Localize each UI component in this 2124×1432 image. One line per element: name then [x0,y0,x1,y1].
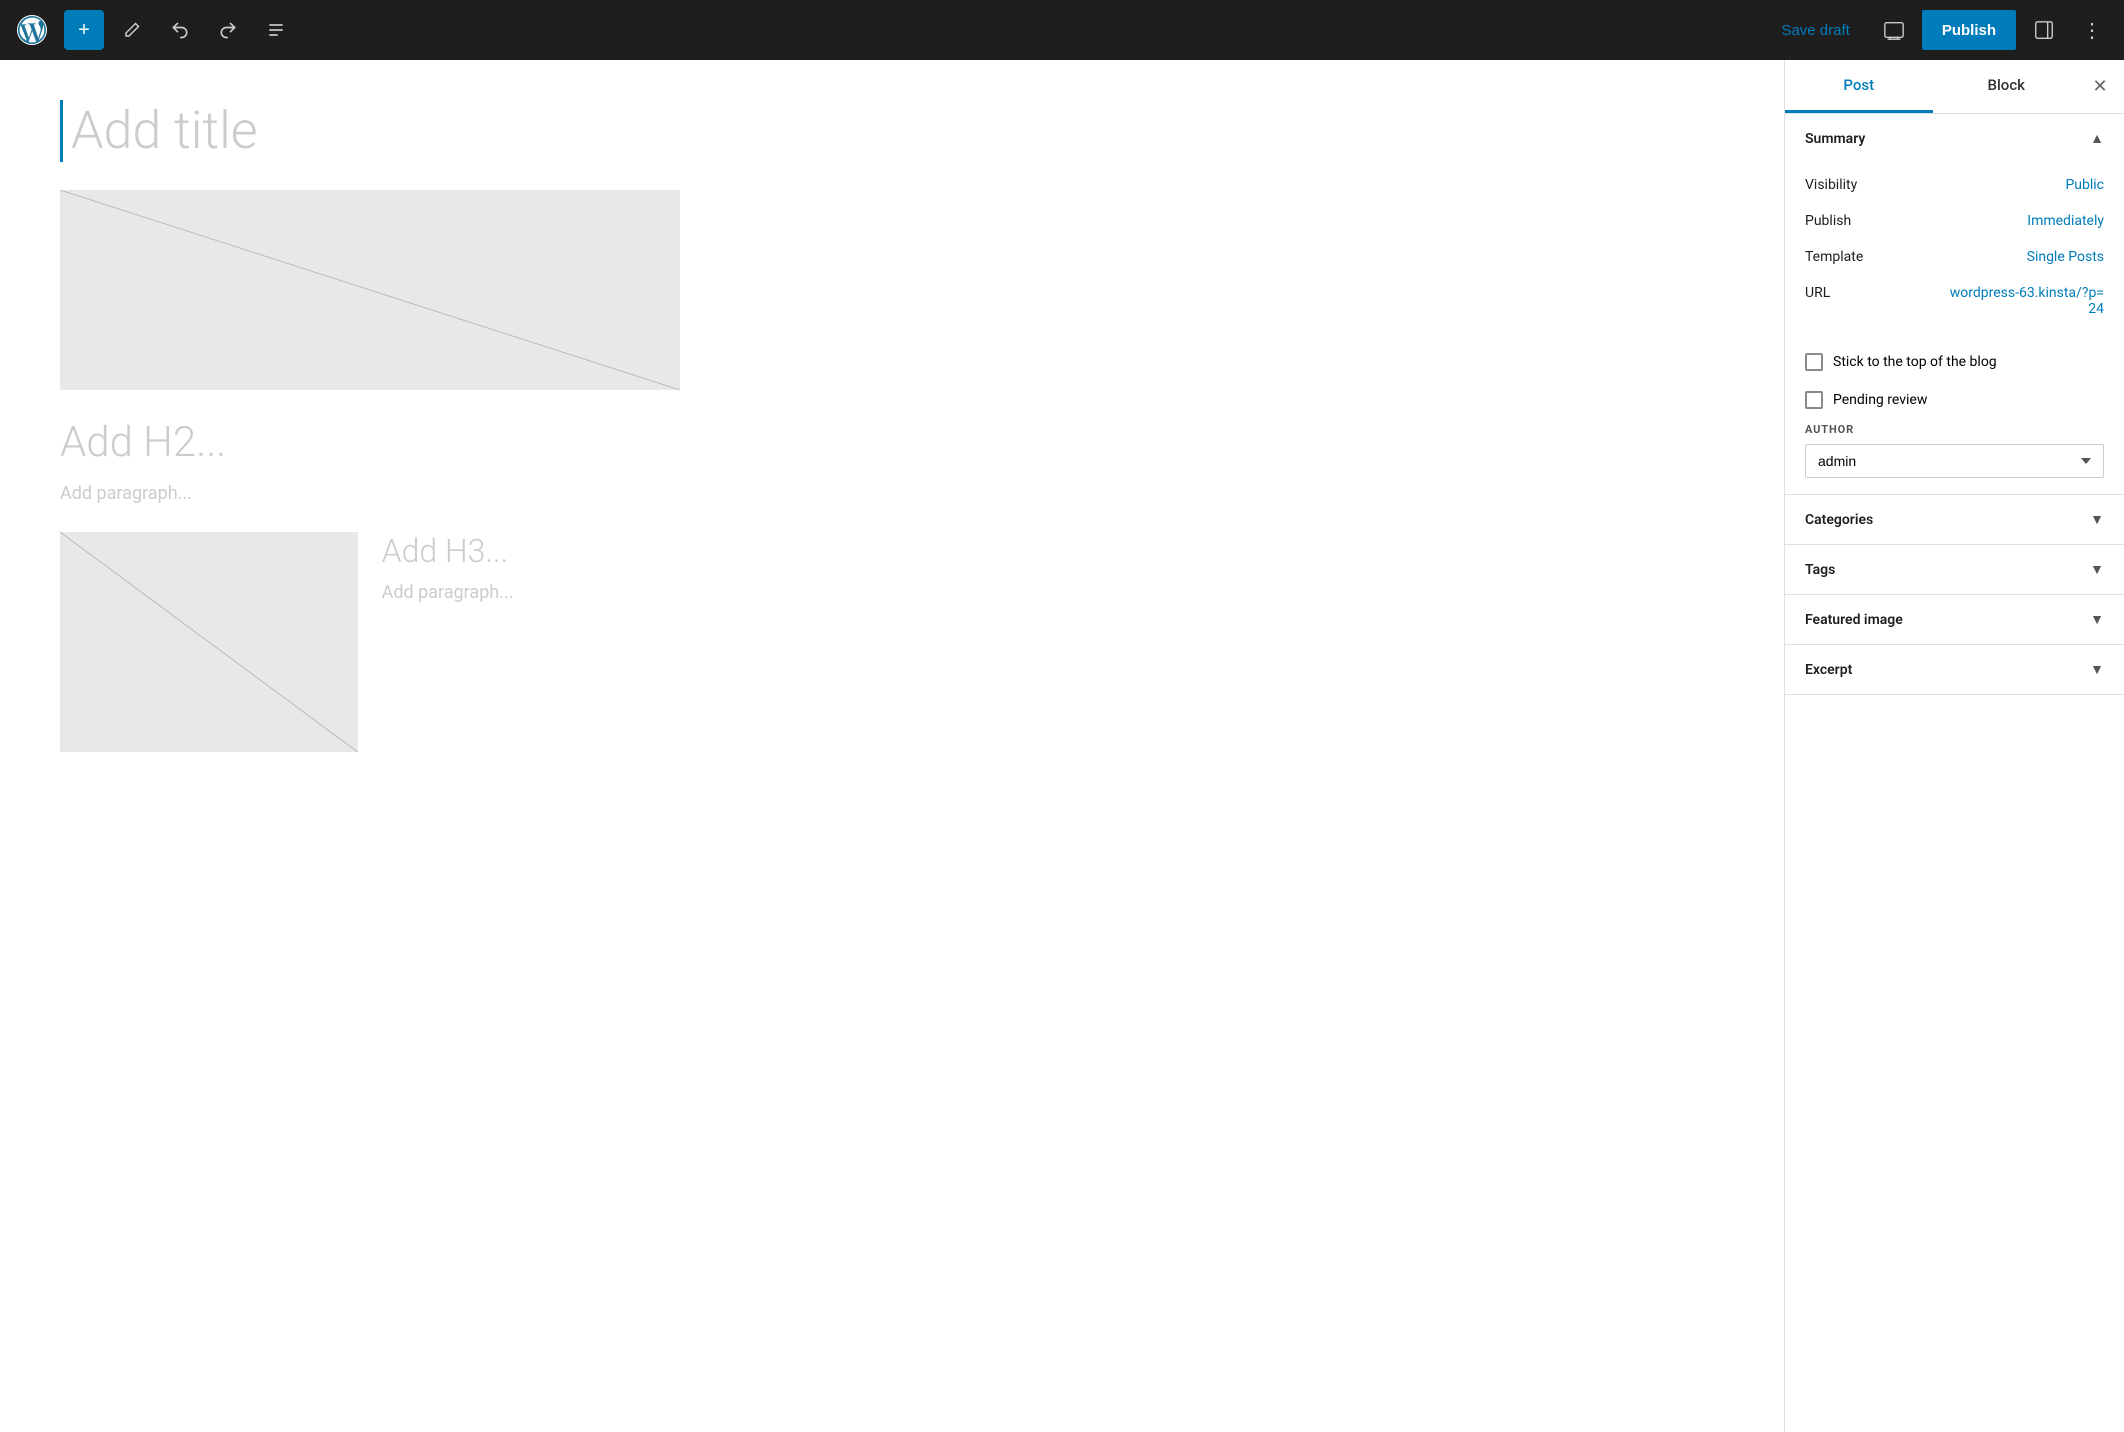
summary-content: Visibility Public Publish Immediately Te… [1785,163,2124,343]
featured-image-label: Featured image [1805,612,1903,628]
template-value[interactable]: Single Posts [2027,249,2104,265]
h2-field[interactable]: Add H2... [60,418,680,467]
excerpt-section[interactable]: Excerpt ▼ [1785,645,2124,695]
summary-chevron-icon: ▲ [2090,130,2104,147]
template-row: Template Single Posts [1805,239,2104,275]
sidebar-tabs: Post Block ✕ [1785,60,2124,114]
featured-image-section[interactable]: Featured image ▼ [1785,595,2124,645]
paragraph-field-2[interactable]: Add paragraph... [382,582,680,603]
tags-chevron-icon: ▼ [2090,561,2104,578]
url-row: URL wordpress-63.kinsta/?p=24 [1805,275,2104,327]
list-view-button[interactable] [256,10,296,50]
editor-inner: Add title Add H2... Add paragraph... [60,100,680,780]
visibility-value[interactable]: Public [2065,177,2104,193]
two-col-text: Add H3... Add paragraph... [382,532,680,631]
sidebar-toggle-button[interactable] [2024,10,2064,50]
ellipsis-icon: ⋮ [2082,18,2102,43]
categories-chevron-icon: ▼ [2090,511,2104,528]
preview-button[interactable] [1874,10,1914,50]
author-select[interactable]: admin [1805,444,2104,478]
h3-field[interactable]: Add H3... [382,532,680,570]
paragraph-field-1[interactable]: Add paragraph... [60,483,680,504]
author-section: AUTHOR admin [1785,419,2124,494]
publish-row: Publish Immediately [1805,203,2104,239]
stick-to-top-label: Stick to the top of the blog [1833,354,1997,370]
author-label: AUTHOR [1805,423,2104,436]
publish-button[interactable]: Publish [1922,10,2016,50]
editor-area: Add title Add H2... Add paragraph... [0,60,1784,1432]
image-placeholder-1[interactable] [60,190,680,390]
tags-label: Tags [1805,562,1835,578]
redo-button[interactable] [208,10,248,50]
tab-block[interactable]: Block [1933,60,2081,113]
more-options-button[interactable]: ⋮ [2072,10,2112,50]
add-block-button[interactable]: + [64,10,104,50]
tags-section[interactable]: Tags ▼ [1785,545,2124,595]
publish-value[interactable]: Immediately [2027,213,2104,229]
categories-section[interactable]: Categories ▼ [1785,495,2124,545]
pen-tool-button[interactable] [112,10,152,50]
undo-button[interactable] [160,10,200,50]
url-value[interactable]: wordpress-63.kinsta/?p=24 [1944,285,2104,317]
categories-label: Categories [1805,512,1873,528]
stick-to-top-row[interactable]: Stick to the top of the blog [1785,343,2124,381]
sidebar-close-button[interactable]: ✕ [2080,67,2120,107]
visibility-row: Visibility Public [1805,167,2104,203]
pending-review-checkbox[interactable] [1805,391,1823,409]
two-col-block: Add H3... Add paragraph... [60,532,680,780]
summary-header[interactable]: Summary ▲ [1785,114,2124,163]
url-label: URL [1805,285,1830,301]
tab-post[interactable]: Post [1785,60,1933,113]
visibility-label: Visibility [1805,177,1857,193]
excerpt-label: Excerpt [1805,662,1852,678]
main-layout: Add title Add H2... Add paragraph... [0,60,2124,1432]
summary-section: Summary ▲ Visibility Public Publish Imme… [1785,114,2124,495]
stick-to-top-checkbox[interactable] [1805,353,1823,371]
image-placeholder-2[interactable] [60,532,358,752]
post-title-field[interactable]: Add title [60,100,680,162]
add-icon: + [78,19,90,42]
wp-logo [12,10,52,50]
publish-label: Publish [1805,213,1851,229]
pending-review-row[interactable]: Pending review [1785,381,2124,419]
featured-image-chevron-icon: ▼ [2090,611,2104,628]
pending-review-label: Pending review [1833,392,1927,408]
excerpt-chevron-icon: ▼ [2090,661,2104,678]
topbar: + Save draft Publis [0,0,2124,60]
template-label: Template [1805,249,1863,265]
summary-title: Summary [1805,131,1865,147]
sidebar: Post Block ✕ Summary ▲ Visibility Public… [1784,60,2124,1432]
save-draft-button[interactable]: Save draft [1765,14,1865,47]
